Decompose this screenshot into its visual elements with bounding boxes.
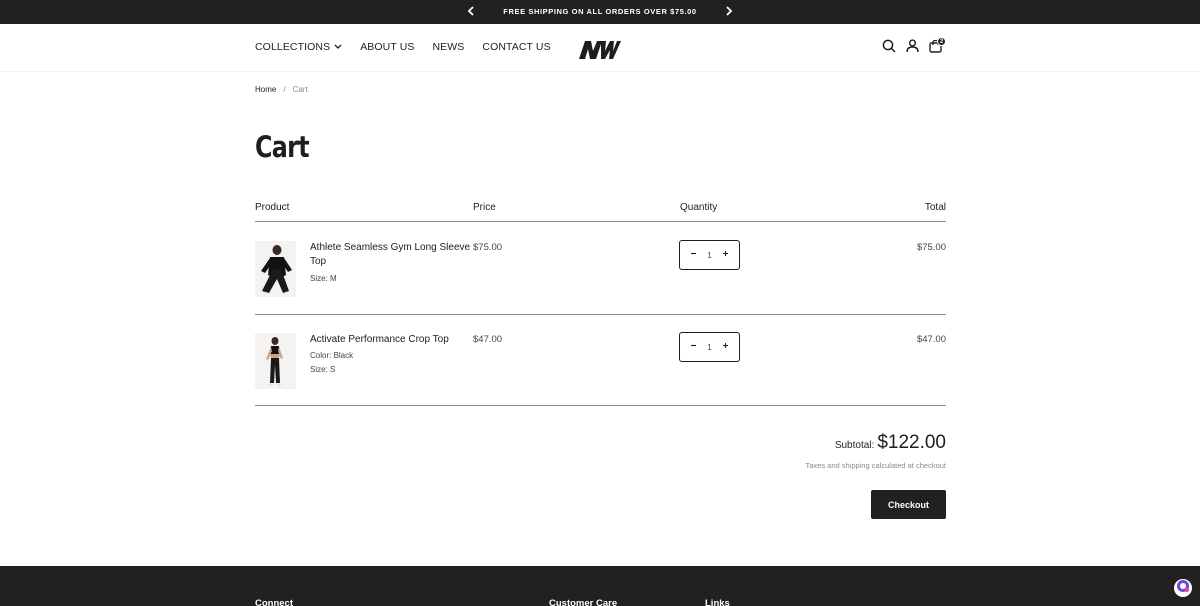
brand-logo[interactable]: [579, 40, 621, 60]
product-name-link[interactable]: Activate Performance Crop Top: [310, 333, 475, 347]
line-total: $47.00: [916, 334, 946, 345]
column-header-price: Price: [473, 202, 496, 213]
chat-widget-button[interactable]: [1174, 579, 1192, 597]
quantity-decrease-button[interactable]: [688, 342, 698, 352]
quantity-decrease-button[interactable]: [688, 250, 698, 260]
nav-item-label: NEWS: [432, 41, 465, 53]
nav-item-collections[interactable]: COLLECTIONS: [255, 41, 342, 53]
chevron-right-icon: [725, 3, 733, 21]
quantity-stepper: 1: [679, 332, 740, 362]
product-variant-size: Size: S: [310, 365, 336, 374]
cart-button[interactable]: 2: [926, 37, 946, 57]
product-variant-size: Size: M: [310, 274, 337, 283]
footer-heading-connect: Connect: [255, 598, 293, 606]
subtotal: Subtotal: $122.00: [835, 432, 946, 454]
subtotal-label: Subtotal:: [834, 440, 875, 451]
nav-item-label: CONTACT US: [482, 41, 551, 53]
quantity-input[interactable]: 1: [707, 251, 711, 260]
line-total: $75.00: [916, 242, 946, 253]
nav-item-news[interactable]: NEWS: [433, 41, 465, 53]
cart-count-badge: 2: [937, 37, 946, 46]
announcement-next-button[interactable]: [721, 4, 737, 20]
product-price: $47.00: [473, 334, 503, 345]
minus-icon: [690, 249, 697, 260]
subtotal-value: $122.00: [877, 432, 946, 453]
page-title: Cart: [255, 130, 310, 164]
site-footer: Connect Customer Care Links: [0, 566, 1200, 606]
header-icons: 2: [880, 37, 946, 58]
product-thumbnail[interactable]: [255, 241, 296, 297]
account-icon: [905, 38, 919, 58]
chat-icon: [1176, 579, 1190, 598]
quantity-increase-button[interactable]: [721, 250, 731, 260]
product-thumbnail[interactable]: [255, 333, 296, 389]
chevron-down-icon: [334, 44, 342, 50]
search-icon: [882, 39, 896, 58]
breadcrumb-home-link[interactable]: Home: [255, 85, 276, 94]
column-header-total: Total: [924, 202, 946, 213]
cart-item-row: Activate Performance Crop Top Color: Bla…: [255, 315, 946, 406]
plus-icon: [722, 341, 729, 352]
product-variant-color: Color: Black: [310, 351, 354, 360]
minus-icon: [690, 341, 697, 352]
search-button[interactable]: [880, 39, 898, 57]
product-price: $75.00: [473, 242, 503, 253]
nav-item-about-us[interactable]: ABOUT US: [360, 41, 414, 53]
column-header-quantity: Quantity: [680, 202, 718, 213]
product-name-link[interactable]: Athlete Seamless Gym Long Sleeve Top: [310, 241, 475, 269]
announcement-bar: FREE SHIPPING ON ALL ORDERS OVER $75.00: [0, 0, 1200, 24]
footer-heading-links: Links: [705, 598, 730, 606]
site-header: COLLECTIONS ABOUT US NEWS CONTACT US 2: [0, 24, 1200, 72]
plus-icon: [722, 249, 729, 260]
announcement-message: FREE SHIPPING ON ALL ORDERS OVER $75.00: [503, 7, 697, 16]
quantity-increase-button[interactable]: [721, 342, 731, 352]
breadcrumb-separator: /: [283, 85, 286, 94]
cart-table-header: Product Price Quantity Total: [255, 202, 946, 222]
nav-item-contact-us[interactable]: CONTACT US: [482, 41, 550, 53]
breadcrumb: Home / Cart: [255, 85, 308, 94]
column-header-product: Product: [255, 202, 290, 213]
main-nav: COLLECTIONS ABOUT US NEWS CONTACT US: [255, 41, 569, 53]
account-button[interactable]: [903, 38, 921, 58]
breadcrumb-current: Cart: [292, 85, 308, 94]
quantity-input[interactable]: 1: [707, 343, 711, 352]
cart-item-row: Athlete Seamless Gym Long Sleeve Top Siz…: [255, 223, 946, 315]
nav-item-label: ABOUT US: [360, 41, 415, 53]
tax-shipping-note: Taxes and shipping calculated at checkou…: [805, 461, 946, 470]
footer-heading-customer-care: Customer Care: [549, 598, 618, 606]
quantity-stepper: 1: [679, 240, 740, 270]
nav-item-label: COLLECTIONS: [255, 41, 331, 53]
checkout-button[interactable]: Checkout: [871, 490, 946, 519]
